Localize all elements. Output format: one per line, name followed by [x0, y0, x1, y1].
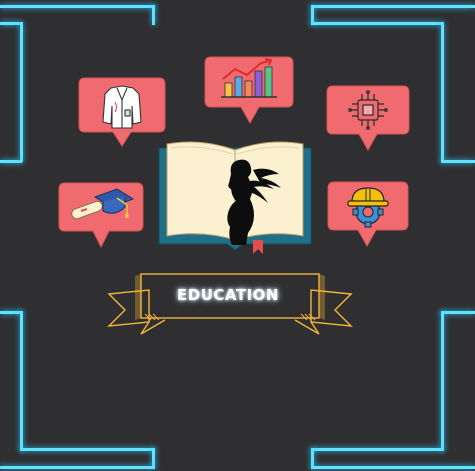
graduation-cap-bubble — [58, 182, 144, 249]
page-title: EDUCATION — [177, 286, 279, 304]
microchip-bubble — [326, 85, 410, 152]
hard-hat-gear-bubble — [327, 181, 409, 248]
bookmark-icon — [253, 240, 263, 254]
lab-coat-icon — [102, 85, 142, 129]
lab-coat-bubble — [78, 77, 166, 147]
book-illustration — [158, 141, 312, 254]
bar-chart-bubble — [204, 56, 294, 125]
education-infographic: EDUCATION — [0, 0, 475, 471]
